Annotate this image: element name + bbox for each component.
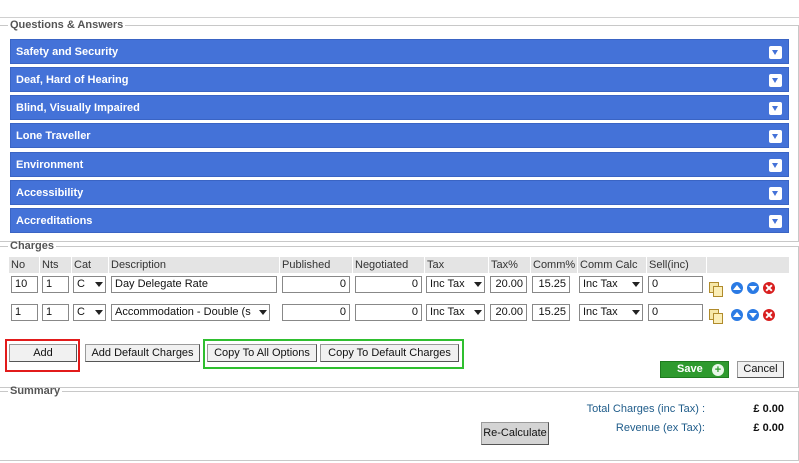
expand-icon[interactable]: [769, 74, 782, 87]
qa-item-deaf-hard-of-hearing[interactable]: Deaf, Hard of Hearing: [10, 67, 789, 92]
qa-item-safety-security[interactable]: Safety and Security: [10, 39, 789, 64]
col-header-actions: [707, 257, 789, 273]
total-charges-label: Total Charges (inc Tax) :: [586, 403, 705, 415]
qa-item-label: Environment: [16, 159, 84, 171]
col-header-no: No: [9, 257, 39, 273]
qa-item-accreditations[interactable]: Accreditations: [10, 208, 789, 233]
expand-icon[interactable]: [769, 215, 782, 228]
col-header-description: Description: [109, 257, 279, 273]
summary-legend: Summary: [10, 385, 61, 397]
cat-value: C: [77, 306, 85, 318]
negotiated-input[interactable]: 0: [355, 276, 422, 293]
qa-item-label: Lone Traveller: [16, 130, 91, 142]
tax-value: Inc Tax: [430, 306, 465, 318]
charges-legend: Charges: [10, 240, 55, 252]
expand-icon[interactable]: [769, 159, 782, 172]
expand-icon[interactable]: [769, 130, 782, 143]
copy-to-default-charges-button[interactable]: Copy To Default Charges: [320, 344, 459, 362]
comm-calc-select[interactable]: Inc Tax: [579, 276, 643, 293]
save-label: Save: [677, 363, 703, 375]
qa-item-label: Blind, Visually Impaired: [16, 102, 140, 114]
sell-input[interactable]: 0: [648, 276, 703, 293]
no-input[interactable]: 10: [11, 276, 38, 293]
revenue-value: £ 0.00: [753, 422, 784, 434]
move-down-icon[interactable]: [747, 309, 759, 321]
col-header-comm-calc: Comm Calc: [578, 257, 646, 273]
nts-input[interactable]: 1: [42, 304, 69, 321]
qa-item-blind-visually-impaired[interactable]: Blind, Visually Impaired: [10, 95, 789, 120]
move-up-icon[interactable]: [731, 282, 743, 294]
copy-icon[interactable]: [709, 282, 724, 297]
qa-item-lone-traveller[interactable]: Lone Traveller: [10, 123, 789, 148]
delete-icon[interactable]: [763, 309, 775, 321]
description-input[interactable]: Day Delegate Rate: [111, 276, 277, 293]
qa-item-environment[interactable]: Environment: [10, 152, 789, 177]
save-button[interactable]: Save +: [660, 361, 729, 378]
qa-legend: Questions & Answers: [10, 19, 124, 31]
dropdown-arrow-icon: [95, 310, 103, 315]
total-charges-value: £ 0.00: [753, 403, 784, 415]
comm-pct-input[interactable]: 15.25: [532, 304, 570, 321]
qa-item-label: Safety and Security: [16, 46, 119, 58]
tax-pct-input[interactable]: 20.00: [490, 304, 527, 321]
nts-input[interactable]: 1: [42, 276, 69, 293]
col-header-nts: Nts: [40, 257, 71, 273]
comm-calc-select[interactable]: Inc Tax: [579, 304, 643, 321]
description-value: Accommodation - Double (s: [115, 306, 251, 318]
col-header-tax-pct: Tax%: [489, 257, 530, 273]
recalculate-button[interactable]: Re-Calculate: [481, 422, 549, 445]
col-header-published: Published: [280, 257, 352, 273]
comm-calc-value: Inc Tax: [583, 306, 618, 318]
dropdown-arrow-icon: [474, 310, 482, 315]
description-select[interactable]: Accommodation - Double (s: [111, 304, 270, 321]
col-header-sell: Sell(inc): [647, 257, 706, 273]
delete-icon[interactable]: [763, 282, 775, 294]
cancel-button[interactable]: Cancel: [737, 361, 784, 378]
revenue-label: Revenue (ex Tax):: [615, 422, 705, 434]
qa-item-label: Accreditations: [16, 215, 93, 227]
dropdown-arrow-icon: [95, 282, 103, 287]
cat-select[interactable]: C: [73, 276, 106, 293]
sell-input[interactable]: 0: [648, 304, 703, 321]
move-up-icon[interactable]: [731, 309, 743, 321]
cat-select[interactable]: C: [73, 304, 106, 321]
published-input[interactable]: 0: [282, 304, 350, 321]
negotiated-input[interactable]: 0: [355, 304, 422, 321]
qa-item-accessibility[interactable]: Accessibility: [10, 180, 789, 205]
comm-calc-value: Inc Tax: [583, 278, 618, 290]
col-header-cat: Cat: [72, 257, 108, 273]
col-header-negotiated: Negotiated: [353, 257, 424, 273]
dropdown-arrow-icon: [632, 282, 640, 287]
comm-pct-input[interactable]: 15.25: [532, 276, 570, 293]
dropdown-arrow-icon: [474, 282, 482, 287]
expand-icon[interactable]: [769, 102, 782, 115]
cat-value: C: [77, 278, 85, 290]
expand-icon[interactable]: [769, 46, 782, 59]
col-header-comm-pct: Comm%: [531, 257, 577, 273]
dropdown-arrow-icon: [259, 310, 267, 315]
tax-pct-input[interactable]: 20.00: [490, 276, 527, 293]
dropdown-arrow-icon: [632, 310, 640, 315]
plus-icon: +: [712, 364, 724, 376]
tax-select[interactable]: Inc Tax: [426, 304, 485, 321]
published-input[interactable]: 0: [282, 276, 350, 293]
copy-to-all-options-button[interactable]: Copy To All Options: [207, 344, 317, 362]
add-button[interactable]: Add: [9, 344, 77, 362]
move-down-icon[interactable]: [747, 282, 759, 294]
col-header-tax: Tax: [425, 257, 488, 273]
expand-icon[interactable]: [769, 187, 782, 200]
add-default-charges-button[interactable]: Add Default Charges: [85, 344, 200, 362]
top-divider: [0, 0, 799, 18]
qa-item-label: Deaf, Hard of Hearing: [16, 74, 129, 86]
tax-value: Inc Tax: [430, 278, 465, 290]
no-input[interactable]: 1: [11, 304, 38, 321]
copy-icon[interactable]: [709, 309, 724, 324]
tax-select[interactable]: Inc Tax: [426, 276, 485, 293]
qa-item-label: Accessibility: [16, 187, 84, 199]
